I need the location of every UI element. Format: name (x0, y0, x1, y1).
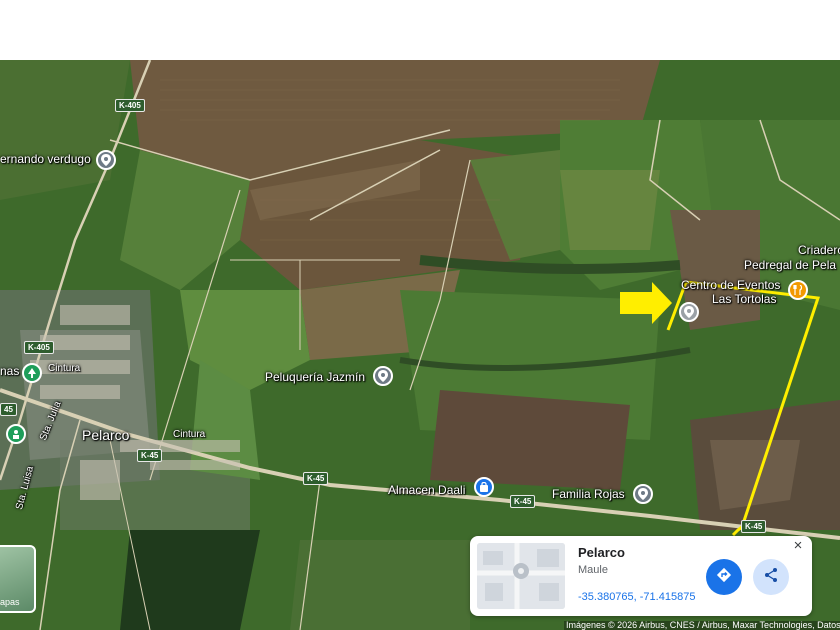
directions-icon (716, 567, 732, 588)
label-familia-rojas[interactable]: Familia Rojas (552, 487, 625, 501)
label-centro-eventos[interactable]: Centro de Eventos (681, 278, 780, 292)
place-subtitle: Maule (578, 564, 608, 576)
location-pin-icon[interactable] (373, 366, 393, 386)
label-pedregal[interactable]: Pedregal de Pela (744, 258, 836, 272)
label-las-tortolas[interactable]: Las Tortolas (712, 292, 776, 306)
label-criadero[interactable]: Criadero (798, 243, 840, 257)
road-shield-k45-mid: K-45 (510, 495, 536, 508)
road-shield-k45-right: K-45 (741, 520, 767, 533)
share-icon (763, 567, 779, 588)
label-almacen-daali[interactable]: Almacen Daali (388, 483, 465, 497)
park-icon[interactable] (6, 424, 26, 444)
location-pin-icon[interactable] (633, 484, 653, 504)
label-pelarco-town[interactable]: Pelarco (82, 428, 129, 442)
place-thumbnail[interactable] (477, 543, 565, 609)
restaurant-icon[interactable] (788, 280, 808, 300)
shopping-bag-icon[interactable] (474, 477, 494, 497)
place-card[interactable]: Pelarco Maule -35.380765, -71.415875 × (470, 536, 812, 616)
place-coordinates[interactable]: -35.380765, -71.415875 (578, 591, 695, 603)
directions-button[interactable] (706, 559, 742, 595)
road-shield-k405-left: K-405 (24, 341, 54, 354)
road-shield-k45-center: K-45 (303, 472, 329, 485)
label-peluqueria-jazmin[interactable]: Peluquería Jazmín (265, 370, 365, 384)
close-button[interactable]: × (790, 538, 806, 554)
location-pin-icon[interactable] (96, 150, 116, 170)
label-fernando-verdugo[interactable]: ernando verdugo (0, 152, 91, 166)
label-cut-left: nas (0, 364, 20, 378)
road-shield-k45-left: K-45 (137, 449, 163, 462)
layers-toggle[interactable]: apas (0, 545, 36, 613)
park-icon[interactable] (22, 363, 42, 383)
share-button[interactable] (753, 559, 789, 595)
label-cintura-1: Cintura (48, 363, 81, 374)
place-title: Pelarco (578, 545, 625, 560)
map-attribution: Imágenes © 2026 Airbus, CNES / Airbus, M… (564, 621, 840, 630)
label-cintura-2: Cintura (173, 429, 206, 440)
selected-location-icon[interactable] (679, 302, 699, 322)
road-shield-edge: 45 (0, 403, 17, 416)
layers-label: apas (0, 597, 20, 607)
road-shield-k405-top: K-405 (115, 99, 145, 112)
